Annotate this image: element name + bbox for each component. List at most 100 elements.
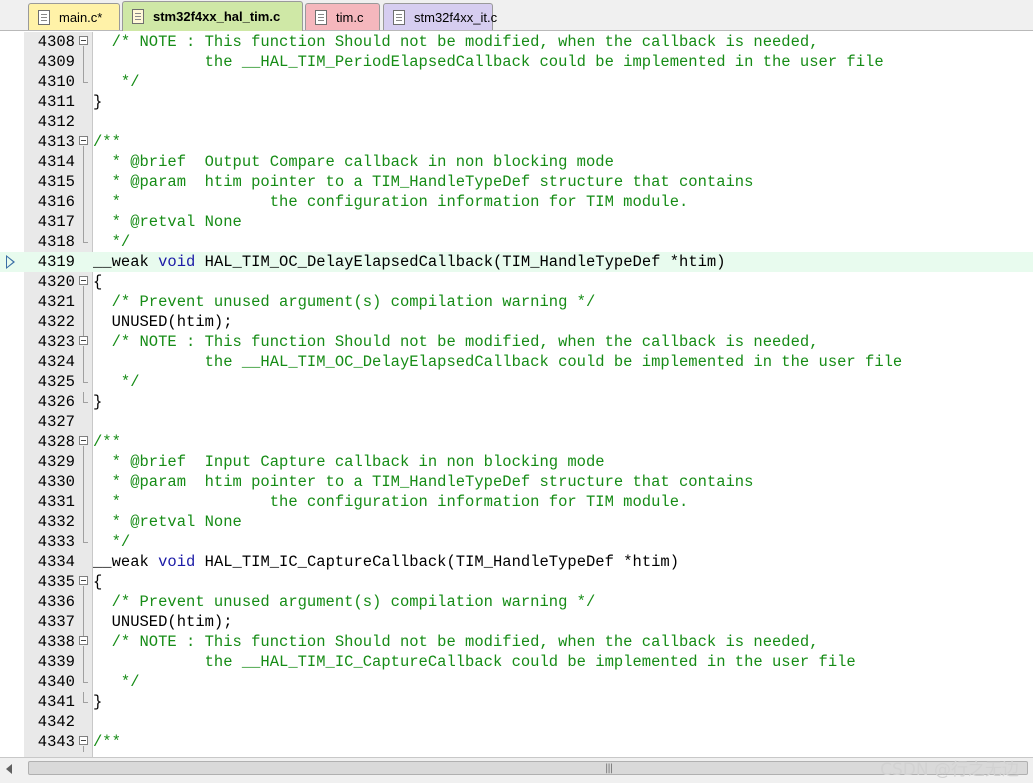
code-line[interactable]: 4338 /* NOTE : This function Should not … [0,632,1033,652]
code-text: * @retval None [93,212,242,232]
code-line[interactable]: 4320 { [0,272,1033,292]
code-text: { [93,572,102,592]
code-line[interactable]: 4316 * the configuration information for… [0,192,1033,212]
code-text: UNUSED(htim); [93,612,233,632]
current-line-arrow-icon [6,255,15,269]
code-line[interactable]: 4330 * @param htim pointer to a TIM_Hand… [0,472,1033,492]
comment-token: /* Prevent unused argument(s) compilatio… [93,593,596,611]
line-number: 4316 [37,193,75,211]
code-line[interactable]: 4335 { [0,572,1033,592]
code-text: /** [93,432,121,452]
comment-token: */ [93,533,131,551]
code-text: } [93,92,102,112]
fold-end-mark [83,82,88,83]
code-text: __weak void HAL_TIM_IC_CaptureCallback(T… [93,552,679,572]
code-line[interactable]: 4329 * @brief Input Capture callback in … [0,452,1033,472]
code-line[interactable]: 4321 /* Prevent unused argument(s) compi… [0,292,1033,312]
code-line[interactable]: 4337 UNUSED(htim); [0,612,1033,632]
comment-token: */ [93,73,140,91]
tab-1[interactable]: stm32f4xx_hal_tim.c [122,1,303,31]
code-line[interactable]: 4333 */ [0,532,1033,552]
code-line[interactable]: 4331 * the configuration information for… [0,492,1033,512]
code-token: UNUSED(htim); [93,613,233,631]
line-number: 4321 [37,293,75,311]
fold-collapse-icon[interactable] [79,636,88,645]
fold-guide [83,612,84,632]
fold-collapse-icon[interactable] [79,576,88,585]
code-line[interactable]: 4339 the __HAL_TIM_IC_CaptureCallback co… [0,652,1033,672]
comment-token: * @retval None [93,213,242,231]
fold-guide [83,746,84,752]
code-token: } [93,693,103,711]
code-line[interactable]: 4341} [0,692,1033,712]
line-number: 4330 [37,473,75,491]
code-line[interactable]: 4309 the __HAL_TIM_PeriodElapsedCallback… [0,52,1033,72]
line-number: 4318 [37,233,75,251]
code-line[interactable]: 4319 __weak void HAL_TIM_OC_DelayElapsedC… [0,252,1033,272]
code-text: /* NOTE : This function Should not be mo… [93,332,819,352]
code-line[interactable]: 4340 */ [0,672,1033,692]
scrollbar-thumb[interactable]: ||| [28,761,1028,775]
code-text: * @param htim pointer to a TIM_HandleTyp… [93,172,754,192]
fold-end-mark [83,682,88,683]
code-line[interactable]: 4324 the __HAL_TIM_OC_DelayElapsedCallba… [0,352,1033,372]
line-number: 4335 [37,573,75,591]
code-line[interactable]: 4332 * @retval None [0,512,1033,532]
fold-guide [83,492,84,512]
c-file-icon [38,9,50,25]
code-line[interactable]: 4327 [0,412,1033,432]
tab-3[interactable]: stm32f4xx_it.c [383,3,497,30]
line-number: 4329 [37,453,75,471]
fold-collapse-icon[interactable] [79,436,88,445]
code-text: */ [93,372,140,392]
code-line[interactable]: 4311} [0,92,1033,112]
code-line[interactable]: 4312 [0,112,1033,132]
comment-token: */ [93,673,140,691]
tab-0[interactable]: main.c* [28,3,120,30]
line-number: 4315 [37,173,75,191]
code-line[interactable]: 4325 */ [0,372,1033,392]
fold-guide [83,172,84,192]
comment-token: /* NOTE : This function Should not be mo… [93,33,819,51]
code-text: * @param htim pointer to a TIM_HandleTyp… [93,472,754,492]
code-editor[interactable]: 4308 /* NOTE : This function Should not … [0,32,1033,757]
fold-collapse-icon[interactable] [79,36,88,45]
line-number: 4323 [37,333,75,351]
comment-token: */ [93,373,140,391]
line-number: 4336 [37,593,75,611]
comment-token: * @param htim pointer to a TIM_HandleTyp… [93,173,754,191]
code-line[interactable]: 4334 __weak void HAL_TIM_IC_CaptureCallba… [0,552,1033,572]
code-line[interactable]: 4323 /* NOTE : This function Should not … [0,332,1033,352]
comment-token: */ [93,233,131,251]
comment-token: * @param htim pointer to a TIM_HandleTyp… [93,473,754,491]
comment-token: /* NOTE : This function Should not be mo… [93,633,819,651]
tab-2[interactable]: tim.c [305,3,380,30]
fold-collapse-icon[interactable] [79,736,88,745]
line-number: 4319 [37,253,75,271]
horizontal-scrollbar[interactable]: ||| [0,757,1033,783]
code-line[interactable]: 4322 UNUSED(htim); [0,312,1033,332]
c-file-icon [315,9,327,25]
comment-token: * @brief Input Capture callback in non b… [93,453,605,471]
code-line[interactable]: 4315 * @param htim pointer to a TIM_Hand… [0,172,1033,192]
fold-collapse-icon[interactable] [79,136,88,145]
code-line[interactable]: 4342 [0,712,1033,732]
fold-collapse-icon[interactable] [79,336,88,345]
code-line[interactable]: 4343 /** [0,732,1033,752]
comment-token: the __HAL_TIM_PeriodElapsedCallback coul… [93,53,884,71]
code-line[interactable]: 4336 /* Prevent unused argument(s) compi… [0,592,1033,612]
code-line[interactable]: 4318 */ [0,232,1033,252]
code-line[interactable]: 4313 /** [0,132,1033,152]
code-line[interactable]: 4308 /* NOTE : This function Should not … [0,32,1033,52]
line-number: 4341 [37,693,75,711]
code-line[interactable]: 4326} [0,392,1033,412]
code-line[interactable]: 4328 /** [0,432,1033,452]
line-number: 4317 [37,213,75,231]
fold-collapse-icon[interactable] [79,276,88,285]
tab-label: stm32f4xx_it.c [414,9,498,25]
code-line[interactable]: 4310 */ [0,72,1033,92]
code-line[interactable]: 4314 * @brief Output Compare callback in… [0,152,1033,172]
comment-token: the __HAL_TIM_OC_DelayElapsedCallback co… [93,353,903,371]
code-line[interactable]: 4317 * @retval None [0,212,1033,232]
scroll-left-arrow-icon[interactable] [6,764,12,774]
